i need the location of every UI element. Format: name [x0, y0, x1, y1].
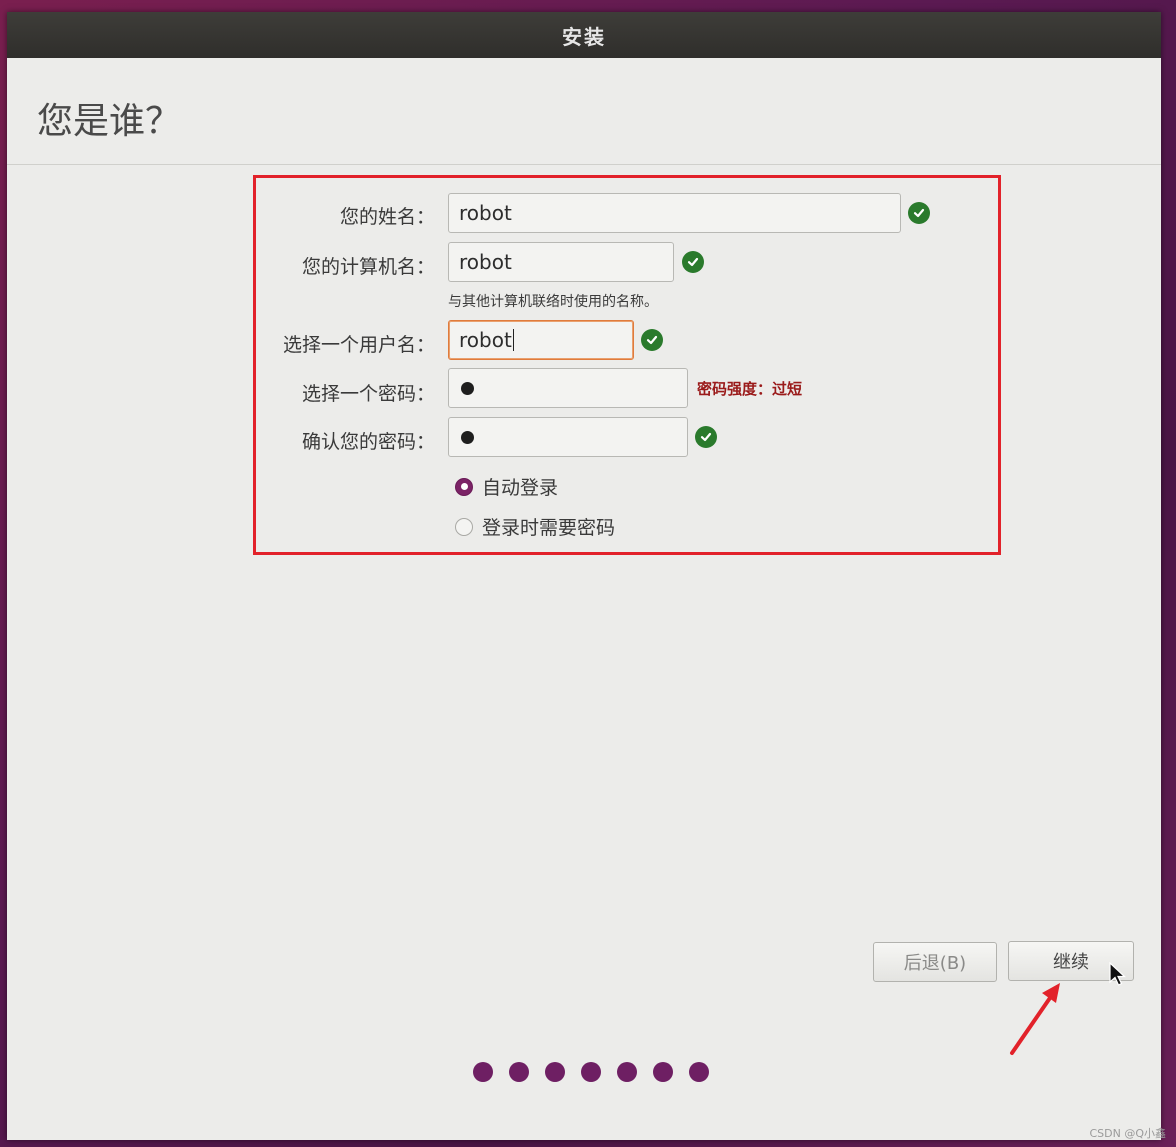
name-field-value: robot — [459, 201, 512, 225]
password-field[interactable] — [448, 368, 688, 408]
progress-dot — [581, 1062, 601, 1082]
title-bar: 安装 — [7, 12, 1161, 58]
radio-auto-login[interactable]: 自动登录 — [455, 473, 558, 500]
name-label: 您的姓名： — [339, 206, 435, 228]
progress-dot — [617, 1062, 637, 1082]
back-button[interactable]: 后退(B) — [873, 942, 997, 982]
confirm-password-field[interactable] — [448, 417, 688, 457]
name-valid-check-icon — [908, 202, 930, 224]
text-caret — [512, 329, 514, 351]
mouse-pointer-icon — [1109, 961, 1127, 992]
progress-dot — [653, 1062, 673, 1082]
require-password-label: 登录时需要密码 — [482, 517, 616, 539]
progress-dot — [545, 1062, 565, 1082]
progress-dot — [509, 1062, 529, 1082]
radio-unselected-icon[interactable] — [455, 517, 473, 536]
password-strength-indicator: 密码强度：过短 — [697, 380, 803, 398]
computer-name-valid-check-icon — [682, 251, 704, 273]
auto-login-label: 自动登录 — [482, 477, 559, 499]
username-valid-check-icon — [641, 329, 663, 351]
confirm-password-label: 确认您的密码： — [301, 431, 435, 453]
username-field-value: robot — [459, 328, 512, 352]
page-title: 您是谁？ — [37, 101, 182, 142]
window-title: 安装 — [562, 24, 606, 49]
computer-name-field-value: robot — [459, 250, 512, 274]
name-field[interactable]: robot — [448, 193, 901, 233]
password-label: 选择一个密码： — [301, 383, 435, 405]
computer-name-field[interactable]: robot — [448, 242, 674, 282]
header-divider — [7, 164, 1161, 165]
confirm-password-valid-check-icon — [695, 426, 717, 448]
computer-name-hint: 与其他计算机联络时使用的名称。 — [448, 294, 658, 310]
username-field[interactable]: robot — [448, 320, 634, 360]
annotation-arrow-icon — [990, 975, 1070, 1069]
username-label: 选择一个用户名： — [282, 334, 435, 356]
watermark-text: CSDN @Q小鑫 — [1089, 1127, 1166, 1140]
computer-name-label: 您的计算机名： — [301, 256, 435, 278]
radio-require-password[interactable]: 登录时需要密码 — [455, 513, 615, 540]
installer-window: 安装 您是谁？ 您的姓名： robot 您的计算机名： robot 与其他计算机… — [7, 12, 1161, 1140]
confirm-password-mask-dot — [461, 430, 474, 444]
progress-dot — [689, 1062, 709, 1082]
progress-indicator — [473, 1062, 725, 1082]
progress-dot — [473, 1062, 493, 1082]
password-mask-dot — [461, 381, 474, 395]
radio-selected-icon[interactable] — [455, 477, 473, 496]
